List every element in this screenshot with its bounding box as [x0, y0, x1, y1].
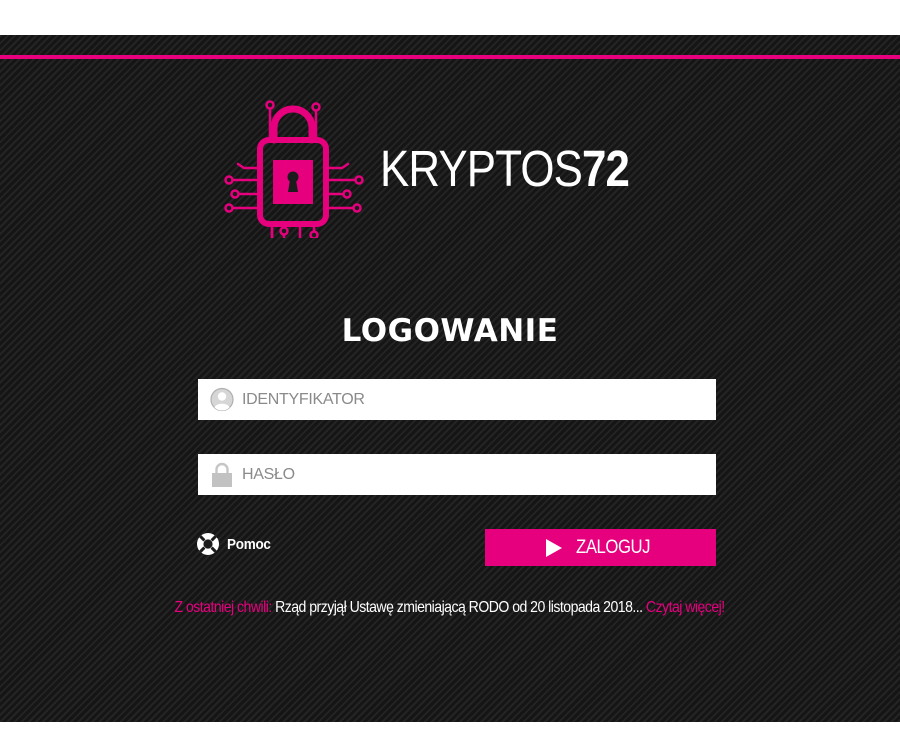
news-prefix: Z ostatniej chwili: — [174, 599, 273, 616]
password-field[interactable] — [198, 454, 716, 495]
help-label: Pomoc — [227, 535, 271, 553]
brand-logo-text: KRYPTOS72 — [380, 139, 630, 199]
identifier-field[interactable] — [198, 379, 716, 420]
login-button-label: ZALOGUJ — [575, 536, 651, 558]
user-icon — [210, 387, 234, 412]
login-button[interactable]: ZALOGUJ — [485, 529, 716, 566]
news-text: Rząd przyjął Ustawę zmieniającą RODO od … — [275, 599, 644, 616]
brand-number: 72 — [582, 140, 630, 197]
page-title: LOGOWANIE — [341, 313, 559, 349]
identifier-input[interactable] — [242, 379, 702, 420]
news-ticker: Z ostatniej chwili: Rząd przyjął Ustawę … — [0, 599, 900, 617]
play-icon — [545, 538, 562, 557]
padlock-icon — [212, 462, 232, 487]
password-input[interactable] — [242, 454, 702, 495]
accent-line — [0, 55, 900, 59]
lock-circuit-icon — [224, 100, 364, 238]
read-more-link[interactable]: Czytaj więcej! — [646, 599, 725, 616]
brand-name: KRYPTOS — [380, 140, 583, 197]
help-link[interactable]: Pomoc — [196, 531, 276, 557]
lifebuoy-icon — [197, 533, 219, 555]
login-panel: KRYPTOS72 LOGOWANIE Pomoc — [0, 35, 900, 722]
